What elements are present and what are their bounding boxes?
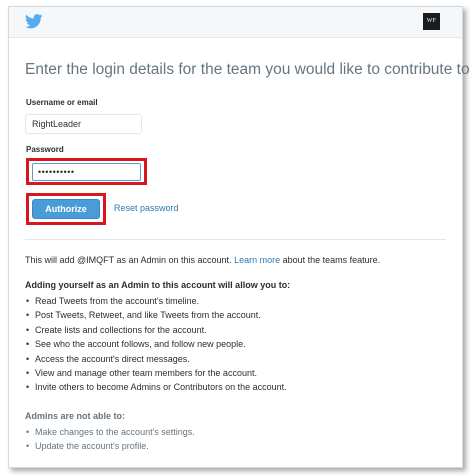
username-label: Username or email (26, 98, 98, 107)
learn-more-link[interactable]: Learn more (234, 255, 280, 265)
list-item-text: Invite others to become Admins or Contri… (35, 382, 287, 393)
list-item: • Access the account's direct messages. (26, 352, 287, 366)
info-text-before: This will add @IMQFT as an Admin on this… (25, 255, 235, 265)
not-allowed-list: • Make changes to the account's settings.… (26, 425, 195, 454)
authorize-highlight-box: Authorize (26, 193, 106, 225)
list-item: • See who the account follows, and follow… (26, 337, 287, 351)
info-text: This will add @IMQFT as an Admin on this… (25, 255, 380, 265)
authorize-button[interactable]: Authorize (32, 199, 100, 219)
list-item: • View and manage other team members for … (26, 366, 287, 380)
bullet-icon: • (26, 441, 30, 452)
bullet-icon: • (26, 339, 30, 350)
bullet-icon: • (26, 368, 30, 379)
allow-section-title: Adding yourself as an Admin to this acco… (25, 280, 291, 290)
password-highlight-box: •••••••••• (26, 158, 147, 185)
list-item: • Update the account's profile. (26, 439, 195, 453)
bullet-icon: • (26, 427, 30, 437)
top-bar: WF (9, 7, 462, 38)
list-item: • Create lists and collections for the ac… (26, 323, 287, 337)
bullet-icon: • (26, 353, 30, 364)
list-item-text: Read Tweets from the account's timeline. (35, 296, 200, 306)
list-item-text: Update the account's profile. (35, 441, 149, 452)
bullet-icon: • (26, 310, 30, 321)
list-item-text: Make changes to the account's settings. (35, 427, 195, 437)
bullet-icon: • (26, 296, 30, 306)
twitter-bird-icon (25, 14, 43, 29)
bullet-icon: • (26, 324, 30, 335)
reset-password-link[interactable]: Reset password (114, 203, 179, 213)
not-allowed-section-title: Admins are not able to: (25, 411, 126, 421)
username-field[interactable]: RightLeader (25, 114, 142, 134)
account-logo: WF (423, 13, 440, 30)
divider (25, 239, 446, 240)
list-item: • Post Tweets, Retweet, and like Tweets f… (26, 308, 287, 322)
list-item-text: Post Tweets, Retweet, and like Tweets fr… (35, 310, 261, 321)
bullet-icon: • (26, 382, 30, 393)
authorize-window: WF Enter the login details for the team … (8, 6, 470, 468)
password-field[interactable]: •••••••••• (32, 163, 141, 181)
list-item-text: Create lists and collections for the acc… (35, 324, 207, 335)
list-item-text: See who the account follows, and follow … (35, 339, 246, 350)
list-item: • Invite others to become Admins or Contr… (26, 380, 287, 394)
allow-list: • Read Tweets from the account's timeline… (26, 294, 287, 395)
list-item-text: View and manage other team members for t… (35, 368, 257, 379)
page-title: Enter the login details for the team you… (25, 61, 470, 78)
list-item: • Read Tweets from the account's timeline… (26, 294, 287, 308)
password-label: Password (26, 145, 64, 154)
list-item: • Make changes to the account's settings. (26, 425, 195, 439)
list-item-text: Access the account's direct messages. (35, 353, 190, 364)
info-text-after: about the teams feature. (280, 255, 381, 265)
